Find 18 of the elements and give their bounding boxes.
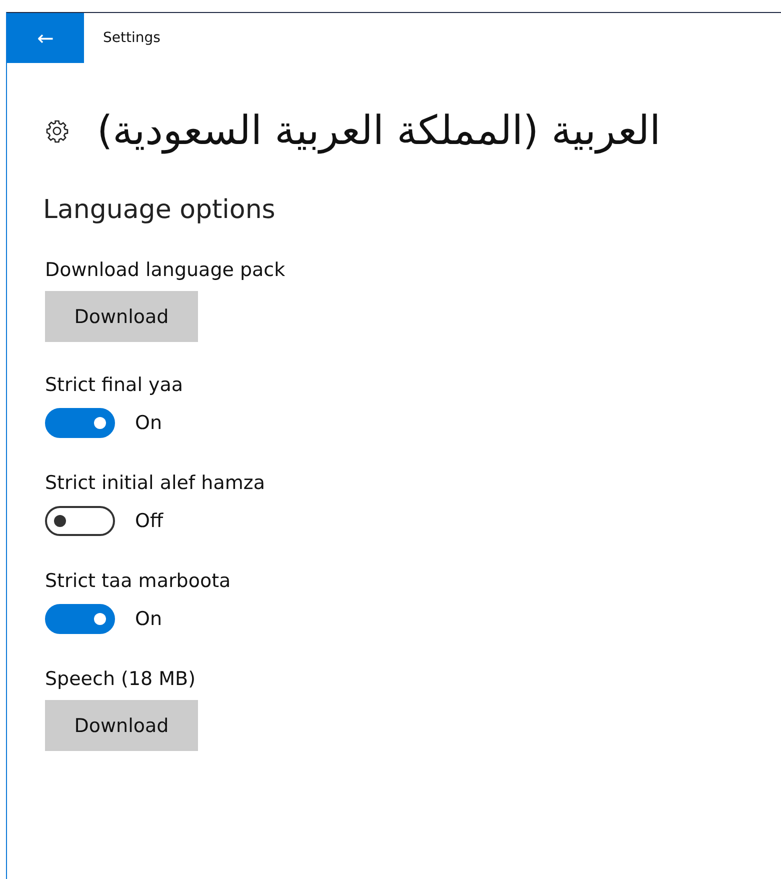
toggle-state: On (135, 608, 162, 630)
toggle-switch[interactable] (45, 506, 115, 536)
setting-label: Speech (18 MB) (45, 668, 196, 690)
section-heading: Language options (43, 195, 276, 227)
window-title: Settings (103, 30, 160, 46)
setting-label: Download language pack (45, 259, 286, 281)
page-heading: العربية (المملكة العربية السعودية) (97, 108, 662, 154)
download-button[interactable]: Download (45, 291, 198, 342)
download-button[interactable]: Download (45, 700, 198, 751)
toggle-state: On (135, 412, 162, 434)
toggle-switch[interactable] (45, 408, 115, 438)
settings-icon (45, 118, 69, 142)
back-button[interactable]: ← (7, 13, 84, 63)
setting-label: Strict taa marboota (45, 570, 232, 592)
setting-label: Strict initial alef hamza (45, 472, 266, 494)
toggle-state: Off (135, 510, 164, 532)
setting-label: Strict final yaa (45, 374, 184, 396)
toggle-switch[interactable] (45, 604, 115, 634)
